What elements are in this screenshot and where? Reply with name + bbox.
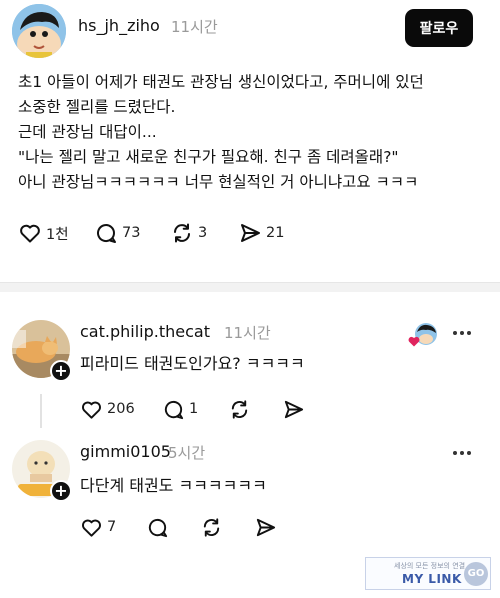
reply-item: + gimmi0105 5시간 다단계 태권도 ㅋㅋㅋㅋㅋㅋ 7 [0,438,500,548]
post-text-line: 근데 관장님 대답이... [18,123,157,141]
like-count: 7 [107,519,117,535]
comment-button[interactable]: 73 [94,218,140,248]
follow-plus-icon[interactable]: + [50,360,72,382]
like-button[interactable]: 1천 [18,218,69,248]
repost-count: 3 [198,225,208,241]
author-avatar[interactable] [12,4,66,58]
reply-text: 피라미드 태권도인가요? ㅋㅋㅋㅋ [80,354,305,373]
send-icon [284,400,304,418]
comment-button[interactable] [146,512,169,542]
cartoon-avatar-image [12,4,66,58]
repost-button[interactable]: 3 [170,218,207,248]
heart-icon [82,519,101,537]
reply-action-bar: 206 1 [80,394,380,420]
post-text-line: 아니 관장님ㅋㅋㅋㅋㅋㅋ 너무 현실적인 거 아니냐고요 ㅋㅋㅋ [18,173,419,191]
follow-plus-icon[interactable]: + [50,480,72,502]
author-liked-badge [408,322,438,348]
post-text-line: 소중한 젤리를 드렸단다. [18,98,176,116]
like-button[interactable]: 206 [80,394,135,424]
thread-line [40,394,42,428]
heart-icon [82,401,101,419]
share-button[interactable]: 21 [238,218,284,248]
reply-action-bar: 7 [80,512,380,538]
repost-icon [203,517,220,537]
repost-button[interactable] [228,394,251,424]
share-count: 21 [266,225,285,241]
comment-count: 1 [189,401,199,417]
more-options-icon[interactable] [452,448,472,458]
red-heart-icon [408,336,420,347]
watermark-logo: MY LINK [402,572,462,586]
repost-icon [231,399,248,419]
author-username[interactable]: hs_jh_ziho [78,16,160,35]
like-count: 1천 [46,226,69,243]
watermark-tagline: 세상의 모든 정보의 연결 [394,562,466,570]
post-text-line: 초1 아들이 어제가 태권도 관장님 생신이었다고, 주머니에 있던 [18,73,424,91]
reply-timestamp: 5시간 [168,444,206,462]
comment-count: 73 [122,225,141,241]
follow-button[interactable]: 팔로우 [405,9,473,47]
comment-bubble-icon [164,400,184,419]
share-button[interactable] [282,394,305,424]
share-button[interactable] [254,512,277,542]
post-header: hs_jh_ziho 11시간 팔로우 [0,0,500,58]
heart-icon [20,224,40,243]
send-icon [241,224,260,242]
post-action-bar: 1천 73 3 21 [18,218,488,248]
reply-username[interactable]: cat.philip.thecat [80,322,210,341]
post-timestamp: 11시간 [171,18,218,36]
repost-icon [174,223,190,243]
reply-username[interactable]: gimmi0105 [80,442,171,461]
send-icon [256,518,276,536]
repost-button[interactable] [200,512,223,542]
more-options-icon[interactable] [452,328,472,338]
comment-bubble-icon [148,518,168,537]
post-text-line: "나는 젤리 말고 새로운 친구가 필요해. 친구 좀 데려올래?" [18,148,399,166]
watermark-go-badge: GO [464,562,488,586]
section-divider [0,282,500,292]
like-count: 206 [107,401,135,417]
comment-bubble-icon [97,224,116,243]
like-button[interactable]: 7 [80,512,116,542]
reply-item: + cat.philip.thecat 11시간 피라미드 태권도인가요? ㅋㅋ… [0,318,500,428]
comment-button[interactable]: 1 [162,394,198,424]
reply-text: 다단계 태권도 ㅋㅋㅋㅋㅋㅋ [80,476,267,495]
mylink-watermark: 세상의 모든 정보의 연결 MY LINK GO [365,557,491,590]
reply-timestamp: 11시간 [224,324,271,342]
post-body: 초1 아들이 어제가 태권도 관장님 생신이었다고, 주머니에 있던 소중한 젤… [18,70,488,195]
